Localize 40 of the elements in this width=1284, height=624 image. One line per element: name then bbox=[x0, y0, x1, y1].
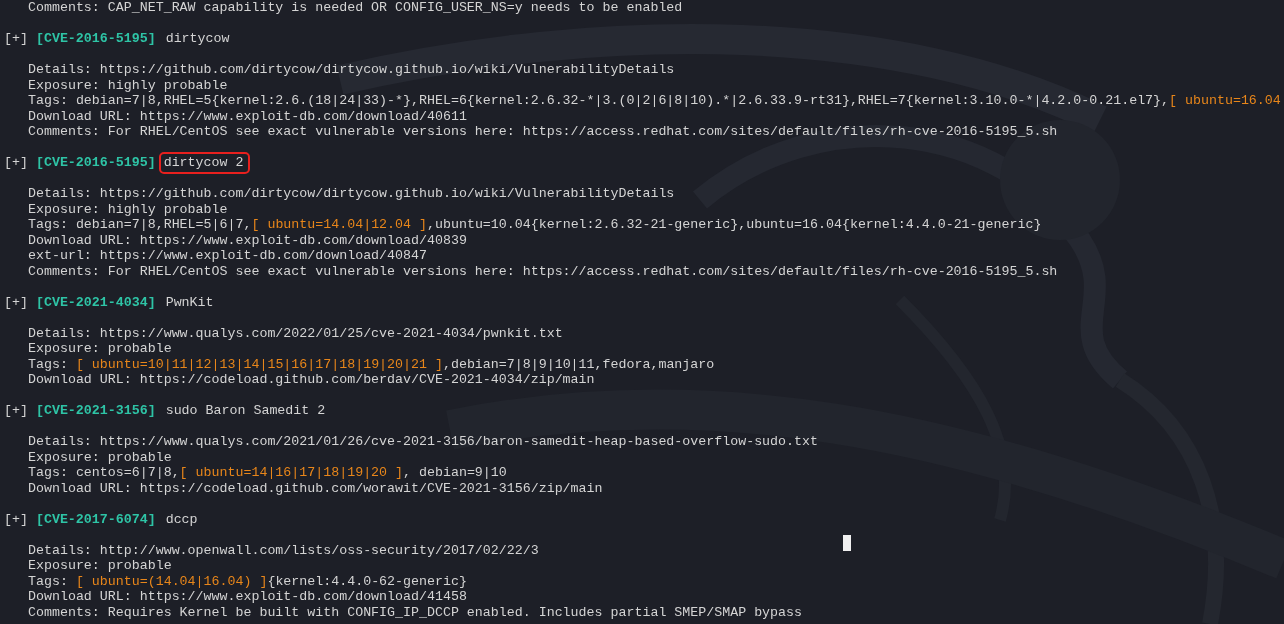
output-line: Exposure: probable bbox=[27, 449, 172, 465]
cve-id: [CVE-2021-4034] bbox=[35, 294, 156, 310]
vulnerability-name: dccp bbox=[164, 511, 199, 527]
output-line: Exposure: probable bbox=[27, 558, 172, 574]
output-line: Tags: [ ubuntu=10|11|12|13|14|15|16|17|18|19|20|21 ],debian=7|8|9|10|11,fedora,manjaro bbox=[27, 356, 715, 372]
output-line: Tags: centos=6|7|8,[ ubuntu=14|16|17|18|19|20 ], debian=9|10 bbox=[27, 465, 507, 481]
output-line: Exposure: highly probable bbox=[27, 77, 228, 93]
cve-id: [CVE-2016-5195] bbox=[35, 31, 156, 47]
output-line: Details: https://github.com/dirtycow/dirtycow.github.io/wiki/VulnerabilityDetails bbox=[27, 186, 675, 202]
output-line: Details: http://www.openwall.com/lists/oss-security/2017/02/22/3 bbox=[27, 542, 539, 558]
status-marker: [+] bbox=[4, 294, 28, 310]
vulnerability-name: sudo Baron Samedit 2 bbox=[164, 403, 327, 419]
status-marker: [+] bbox=[4, 403, 28, 419]
output-line: Exposure: probable bbox=[27, 341, 172, 357]
output-line: Exposure: highly probable bbox=[27, 201, 228, 217]
output-line: Tags: debian=7|8,RHEL=5|6|7,[ ubuntu=14.04|12.04 ],ubuntu=10.04{kernel:2.6.32-21-generic},ubuntu=16.04{kernel:4.4.0-21-generic} bbox=[27, 217, 1042, 233]
vulnerability-name: PwnKit bbox=[164, 294, 215, 310]
vulnerability-name: dirtycow bbox=[164, 31, 231, 47]
highlighted-vulnerability-name: dirtycow 2 bbox=[161, 155, 248, 171]
cve-id: [CVE-2017-6074] bbox=[35, 511, 156, 527]
output-line: Comments: For RHEL/CentOS see exact vulnerable versions here: https://access.redhat.com/sites/default/files/rh-cve-2016-5195_5.sh bbox=[27, 263, 1058, 279]
output-line: Comments: CAP_NET_RAW capability is needed OR CONFIG_USER_NS=y needs to be enabled bbox=[27, 0, 683, 16]
output-line: Details: https://www.qualys.com/2022/01/25/cve-2021-4034/pwnkit.txt bbox=[27, 325, 563, 341]
output-line: Download URL: https://codeload.github.com/worawit/CVE-2021-3156/zip/main bbox=[27, 480, 603, 496]
output-line: Comments: For RHEL/CentOS see exact vulnerable versions here: https://access.redhat.com/sites/default/files/rh-cve-2016-5195_5.sh bbox=[27, 124, 1058, 140]
output-line: Download URL: https://www.exploit-db.com/download/41458 bbox=[27, 589, 467, 605]
status-marker: [+] bbox=[4, 31, 28, 47]
output-line: Details: https://www.qualys.com/2021/01/26/cve-2021-3156/baron-samedit-heap-based-overflow-sudo.txt bbox=[27, 434, 818, 450]
output-line: Comments: Requires Kernel be built with CONFIG_IP_DCCP enabled. Includes partial SMEP/SMAP bypass bbox=[27, 604, 802, 620]
output-line: Download URL: https://www.exploit-db.com/download/40611 bbox=[27, 108, 467, 124]
output-line: Tags: debian=7|8,RHEL=5{kernel:2.6.(18|24|33)-*},RHEL=6{kernel:2.6.32-*|3.(0|2|6|8|10).*|2.6.33.9-rt31},RHEL=7{kernel:3.10.0-*|4.2.0-0.21.el7},[ ubuntu=16.04 bbox=[27, 93, 1281, 109]
output-line: Download URL: https://codeload.github.com/berdav/CVE-2021-4034/zip/main bbox=[27, 372, 595, 388]
output-line: Tags: [ ubuntu=(14.04|16.04) ]{kernel:4.4.0-62-generic} bbox=[27, 573, 467, 589]
output-line: ext-url: https://www.exploit-db.com/download/40847 bbox=[27, 248, 427, 264]
output-line: Details: https://github.com/dirtycow/dirtycow.github.io/wiki/VulnerabilityDetails bbox=[27, 62, 675, 78]
status-marker: [+] bbox=[4, 155, 28, 171]
cve-id: [CVE-2016-5195] bbox=[35, 155, 156, 171]
cve-id: [CVE-2021-3156] bbox=[35, 403, 156, 419]
output-line: Download URL: https://www.exploit-db.com/download/40839 bbox=[27, 232, 467, 248]
status-marker: [+] bbox=[4, 511, 28, 527]
